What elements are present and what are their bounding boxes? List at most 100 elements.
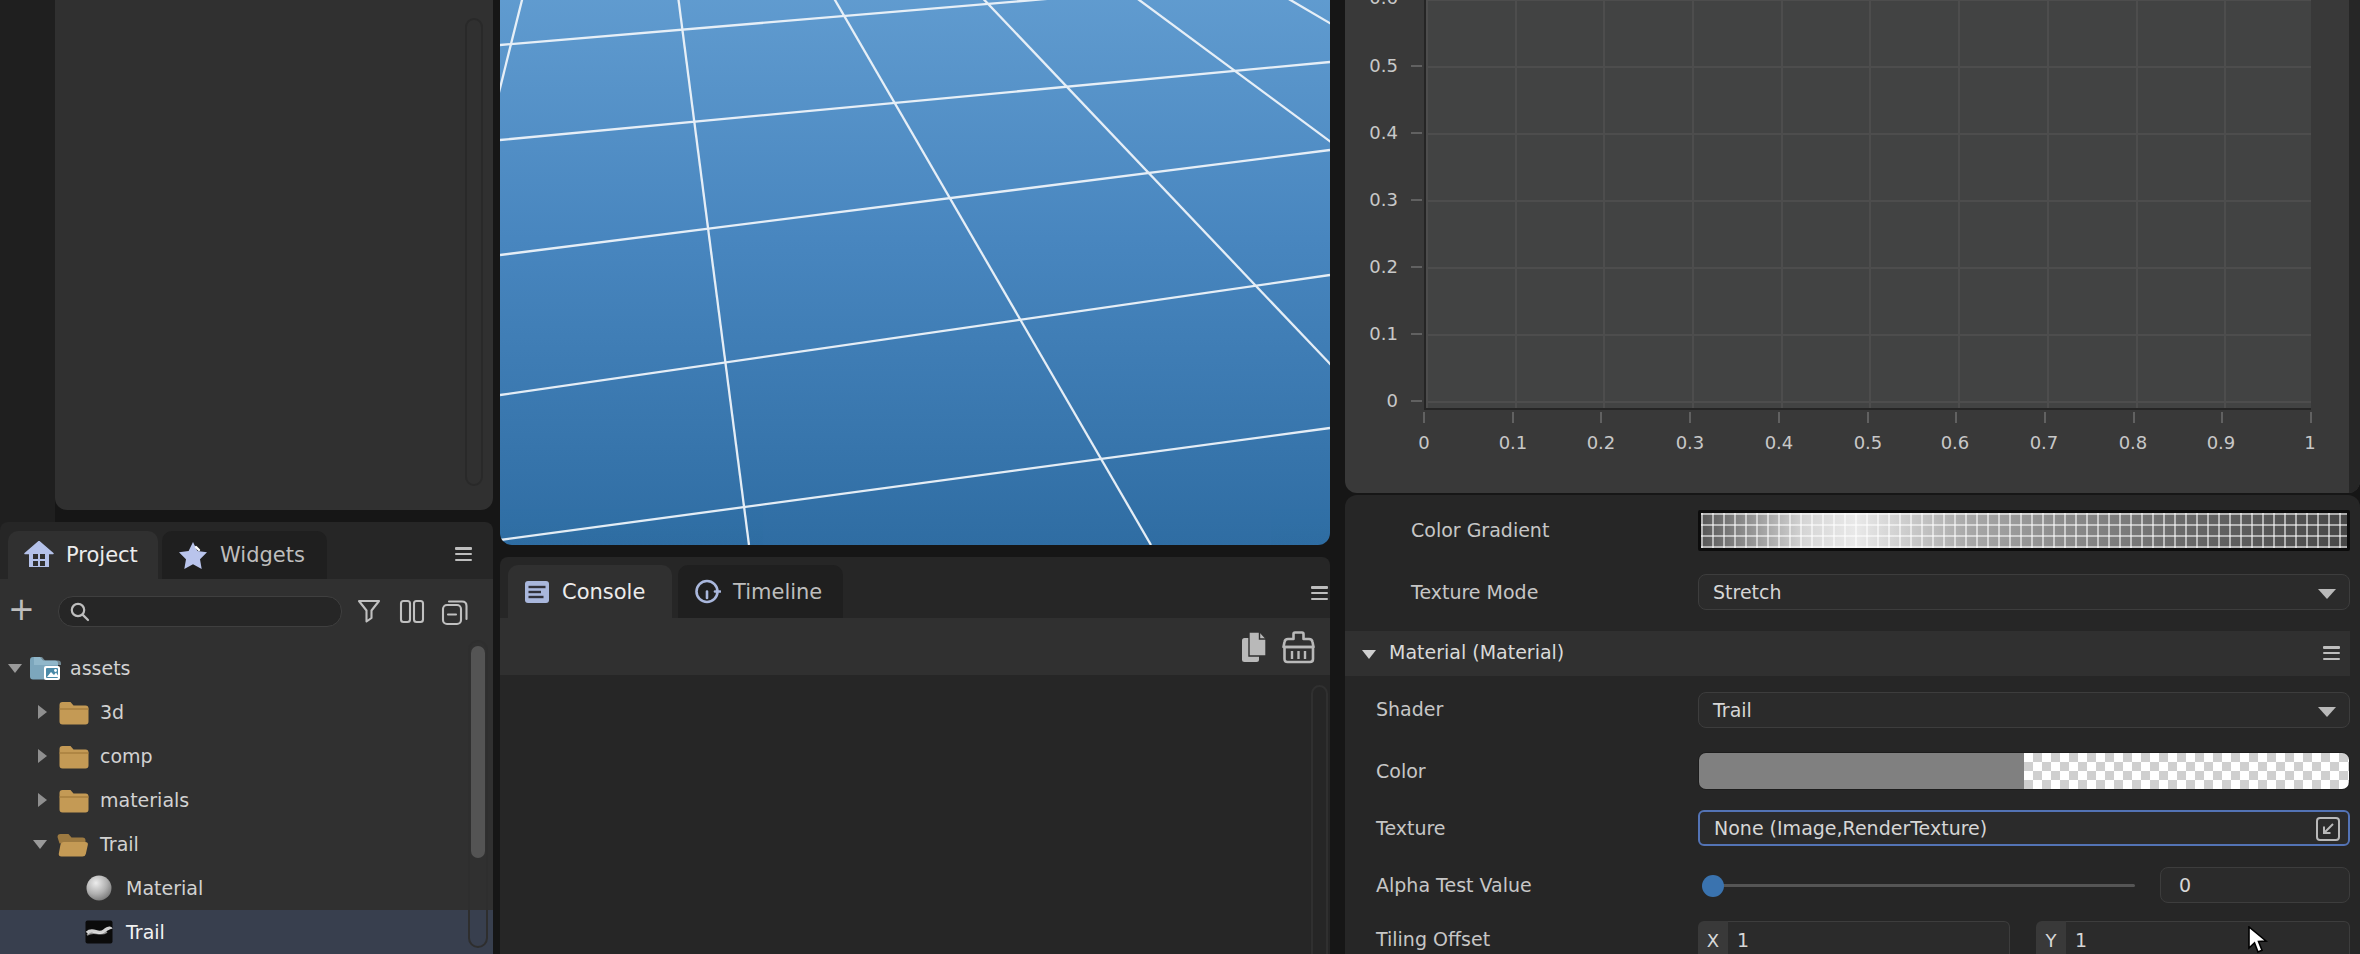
material-section-header[interactable]: Material (Material) (1345, 631, 2350, 676)
material-section-menu-icon[interactable] (2323, 646, 2340, 660)
console-log-area[interactable] (500, 675, 1330, 954)
tab-console-label: Console (562, 580, 645, 604)
texture-label: Texture (1376, 816, 1446, 840)
tab-timeline-label: Timeline (733, 580, 822, 604)
x-tick-label: 0.3 (1650, 432, 1730, 454)
folder-icon (58, 787, 90, 814)
tree-row-assets[interactable]: assets (0, 646, 493, 690)
y-tick-label: 0.3 (1352, 189, 1398, 211)
tree-row-materials[interactable]: materials (0, 778, 493, 822)
tab-widgets[interactable]: Widgets (162, 531, 327, 579)
open-folder-icon (56, 831, 89, 858)
tree-row-comp[interactable]: comp (0, 734, 493, 778)
inspector-panel: Color Gradient Texture Mode Stretch Mate… (1345, 495, 2360, 954)
left-edge-strip (0, 0, 55, 530)
curve-editor-panel[interactable]: 0.6 0.5 0.4 0.3 0.2 0.1 0 0 0.1 0.2 0.3 … (1345, 0, 2360, 493)
shader-label: Shader (1376, 697, 1443, 721)
tiling-y-chip: Y (2036, 921, 2066, 954)
alpha-slider-track[interactable] (1712, 884, 2135, 887)
chevron-down-icon (2318, 589, 2336, 599)
y-tick-label: 0 (1352, 390, 1398, 412)
filter-icon[interactable] (357, 599, 381, 624)
tree-row-trail-selected[interactable]: Trail (0, 910, 493, 954)
timeline-clock-icon (694, 578, 721, 605)
console-panel-menu-icon[interactable] (1311, 586, 1328, 600)
x-tick-label: 1 (2270, 432, 2350, 454)
alpha-slider-knob[interactable] (1702, 875, 1724, 897)
color-gradient-preview[interactable] (1698, 510, 2350, 551)
collapse-all-icon[interactable] (441, 599, 469, 626)
tree-label-material: Material (126, 877, 203, 899)
texture-mode-label: Texture Mode (1411, 580, 1538, 604)
expand-caret-icon[interactable] (38, 793, 47, 807)
folder-icon (58, 743, 90, 770)
section-caret-icon[interactable] (1362, 650, 1376, 659)
curve-plot-area[interactable] (1424, 0, 2311, 410)
x-tick-label: 0.6 (1915, 432, 1995, 454)
x-tick-label: 0.9 (2181, 432, 2261, 454)
x-tick-label: 0.2 (1561, 432, 1641, 454)
tree-label-trail: Trail (126, 921, 165, 943)
add-asset-button[interactable]: + (8, 597, 34, 623)
tree-row-trail-folder[interactable]: Trail (0, 822, 493, 866)
texture-asset-field[interactable]: None (Image,RenderTexture) (1698, 810, 2350, 846)
expand-caret-icon[interactable] (8, 661, 22, 673)
search-input[interactable] (91, 601, 321, 622)
project-panel-menu-icon[interactable] (455, 547, 472, 561)
copy-logs-icon[interactable] (1240, 630, 1270, 666)
clear-console-icon[interactable] (1282, 629, 1316, 667)
shader-dropdown[interactable]: Trail (1698, 692, 2350, 728)
expand-caret-icon[interactable] (38, 749, 47, 763)
expand-caret-icon[interactable] (33, 837, 47, 849)
tree-label-assets: assets (70, 657, 130, 679)
console-scrollbar-track[interactable] (1311, 685, 1328, 954)
tab-widgets-label: Widgets (220, 543, 305, 567)
trail-asset-icon (85, 920, 113, 944)
tab-project[interactable]: Project (8, 531, 158, 579)
console-toolbar (500, 618, 1330, 675)
scene-viewport[interactable] (500, 0, 1330, 545)
x-tick-label: 0.5 (1828, 432, 1908, 454)
alpha-value: 0 (2179, 874, 2191, 896)
material-sphere-icon (85, 874, 113, 902)
tree-row-3d[interactable]: 3d (0, 690, 493, 734)
tree-label-materials: materials (100, 789, 189, 811)
hierarchy-panel (55, 0, 493, 510)
search-icon (69, 601, 91, 623)
tiling-y-input[interactable]: 1 (2066, 921, 2350, 954)
console-icon (524, 580, 550, 604)
y-tick-label: 0.2 (1352, 256, 1398, 278)
asset-search-box[interactable] (58, 596, 342, 627)
tab-project-label: Project (66, 543, 138, 567)
tab-console[interactable]: Console (508, 565, 672, 618)
expand-caret-icon[interactable] (38, 705, 47, 719)
project-dock-tabbar: Project Widgets (0, 522, 493, 579)
assets-folder-icon (28, 653, 62, 683)
tiling-x-input[interactable]: 1 (1728, 921, 2010, 954)
graph-scroll-strip (2349, 0, 2360, 493)
star-icon (178, 541, 208, 570)
hierarchy-scrollbar-track[interactable] (465, 18, 483, 486)
material-section-title: Material (Material) (1389, 641, 1564, 663)
console-dock-tabbar: Console Timeline (500, 557, 1330, 618)
color-swatch[interactable] (1698, 752, 2350, 790)
color-label: Color (1376, 759, 1426, 783)
color-swatch-alpha-checker (2024, 753, 2349, 789)
chevron-down-icon (2318, 707, 2336, 717)
folder-icon (58, 699, 90, 726)
asset-picker-icon[interactable] (2315, 816, 2341, 842)
tree-scrollbar-thumb[interactable] (471, 646, 485, 858)
tree-label-comp: comp (100, 745, 153, 767)
scene-grid (500, 0, 1330, 545)
mouse-cursor (2247, 926, 2273, 954)
tree-label-trail-folder: Trail (100, 833, 139, 855)
split-view-icon[interactable] (399, 599, 425, 624)
tab-timeline[interactable]: Timeline (678, 565, 843, 618)
texture-mode-dropdown[interactable]: Stretch (1698, 574, 2350, 610)
y-tick-label: 0.1 (1352, 323, 1398, 345)
y-tick-label: 0.4 (1352, 122, 1398, 144)
tree-row-material[interactable]: Material (0, 866, 493, 910)
tiling-x-chip: X (1698, 921, 1728, 954)
alpha-value-input[interactable]: 0 (2160, 867, 2350, 903)
x-tick-label: 0.7 (2004, 432, 2084, 454)
